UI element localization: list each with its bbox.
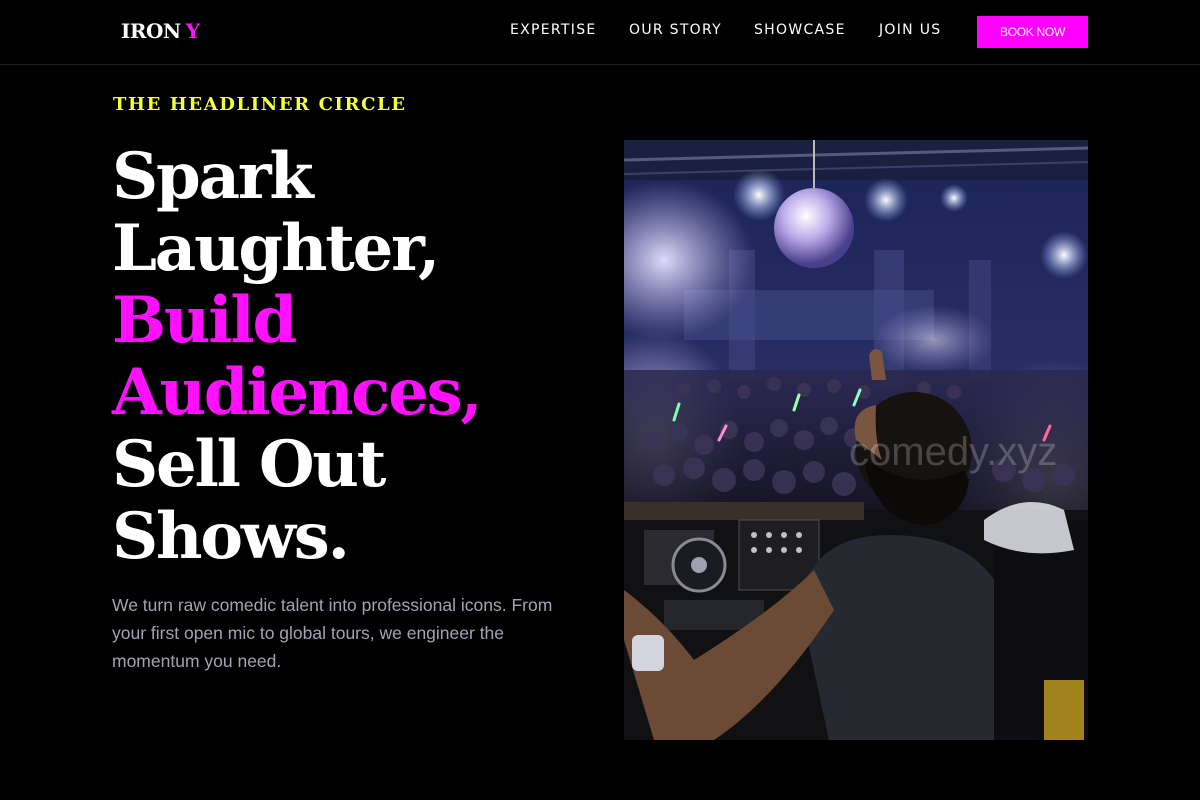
hero-photo: comedy.xyz (624, 140, 1088, 740)
dj-crowd-illustration: comedy.xyz (624, 140, 1088, 740)
photo-watermark: comedy.xyz (849, 430, 1057, 474)
stage-light-icon (940, 184, 968, 212)
hero-headline: Spark Laughter, Build Audiences, Sell Ou… (112, 141, 592, 573)
headline-line: Spark (112, 139, 314, 214)
book-now-button[interactable]: BOOK NOW (977, 16, 1088, 48)
hero-description: We turn raw comedic talent into professi… (112, 595, 553, 671)
headline-line-highlight: Audiences, (112, 355, 483, 430)
headline-line: Shows. (112, 499, 350, 574)
wristwatch-icon (632, 635, 664, 671)
headline-line: Laughter, (112, 211, 440, 286)
headline-line: Sell Out (112, 427, 386, 502)
stage-light-icon (1040, 231, 1088, 279)
nav-link-join-us[interactable]: JOIN US (879, 22, 941, 38)
headline-line-highlight: Build (112, 283, 297, 358)
nav-link-expertise[interactable]: EXPERTISE (510, 22, 597, 38)
nav-link-showcase[interactable]: SHOWCASE (754, 22, 846, 38)
hero-eyebrow: THE HEADLINER CIRCLE (113, 94, 407, 115)
nav-link-our-story[interactable]: OUR STORY (629, 22, 722, 38)
site-header: IRON Y EXPERTISE OUR STORY SHOWCASE JOIN … (0, 0, 1200, 65)
disco-ball-icon (774, 188, 854, 268)
stage-light-icon (864, 178, 908, 222)
